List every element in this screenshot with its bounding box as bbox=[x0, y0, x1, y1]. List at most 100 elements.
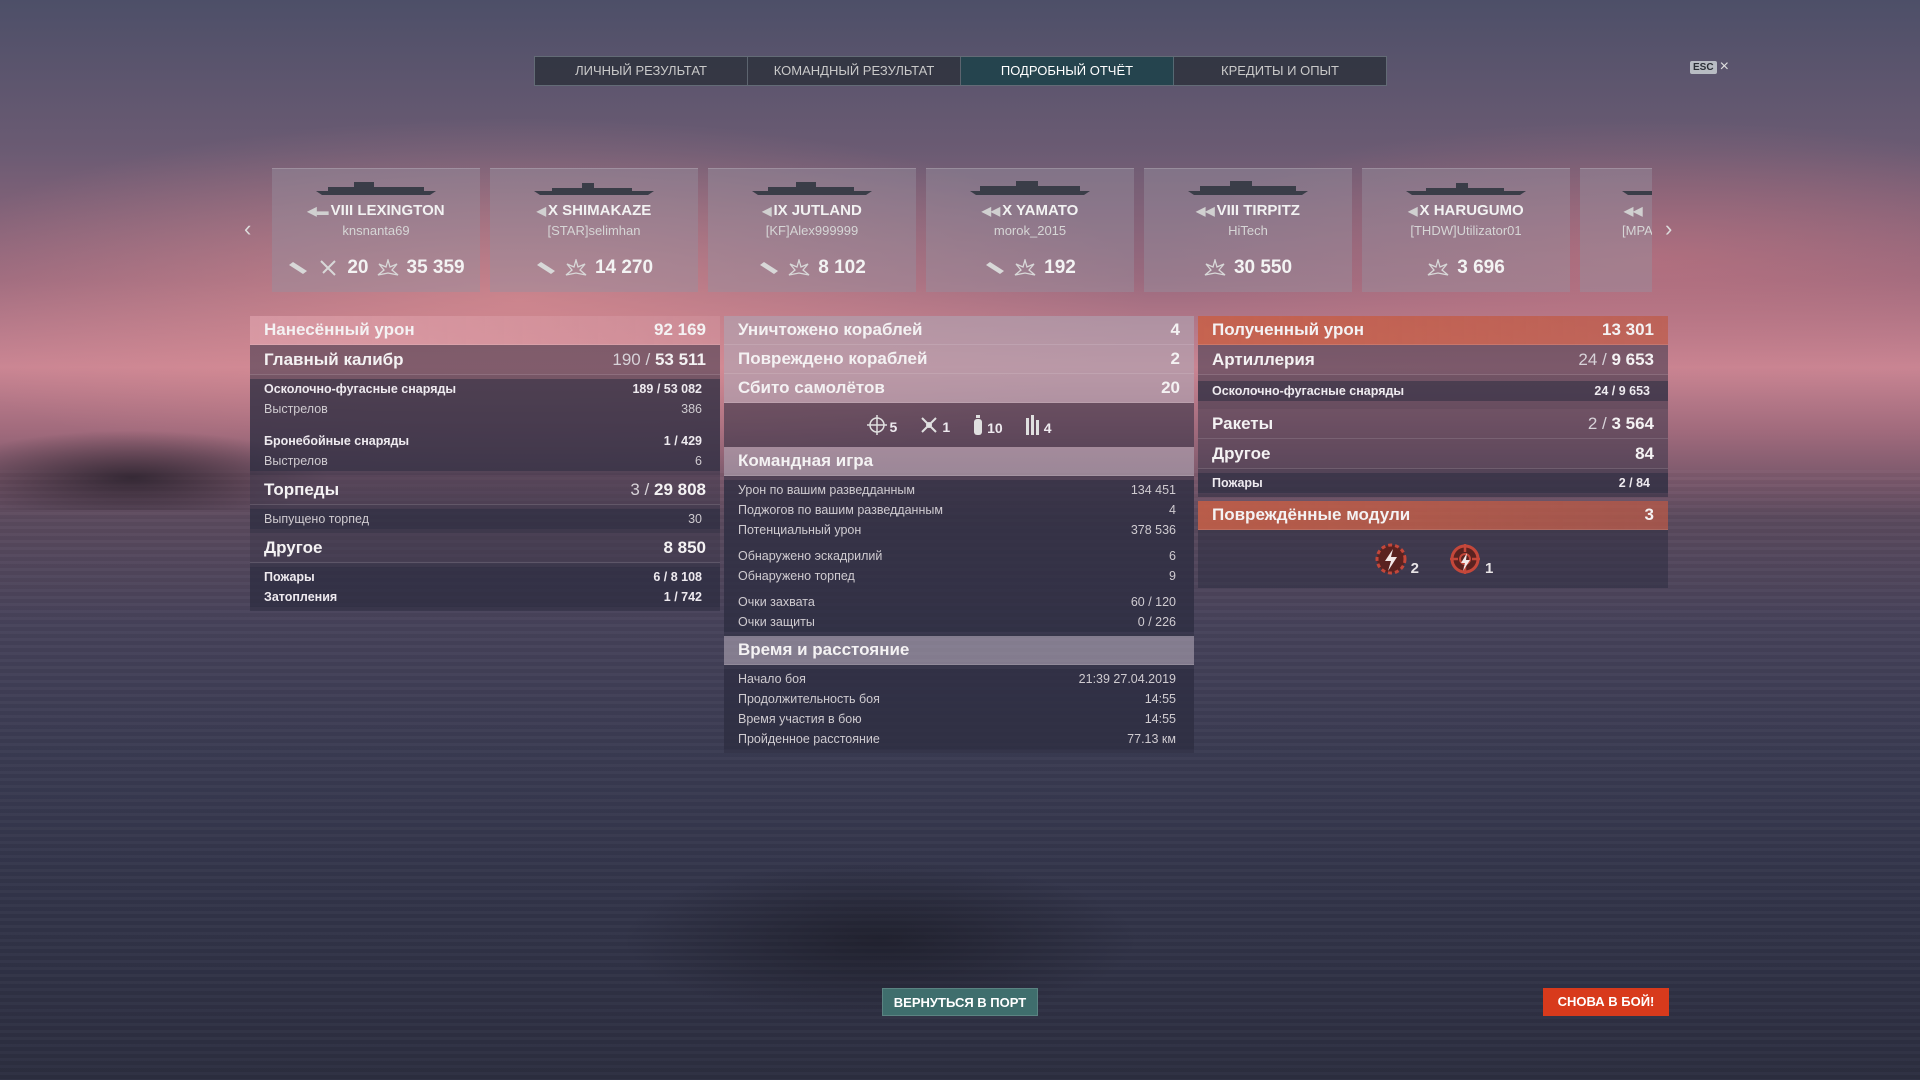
planes-shot-row: Сбито самолётов 20 bbox=[724, 374, 1194, 403]
torpedoes-spotted-value: 9 bbox=[1169, 569, 1176, 583]
battleship-class-icon: ◀◀ bbox=[1624, 204, 1643, 218]
damage-value: 192 bbox=[1044, 257, 1076, 278]
module-item: 1 bbox=[1447, 541, 1493, 577]
potential-damage-label: Потенциальный урон bbox=[738, 523, 862, 537]
time-in-battle-row: Время участия в бою 14:55 bbox=[724, 709, 1194, 729]
player-name: morok_2015 bbox=[993, 223, 1067, 238]
damage-dealt-title: Нанесённый урон bbox=[264, 320, 415, 339]
player-name: knsnanta69 bbox=[342, 223, 410, 238]
potential-damage-row: Потенциальный урон 378 536 bbox=[724, 520, 1194, 540]
battle-start-label: Начало боя bbox=[738, 672, 806, 686]
team-play-details: Урон по вашим разведданным 134 451 Поджог… bbox=[724, 476, 1194, 636]
torpedoes-spotted-row: Обнаружено торпед 9 bbox=[724, 566, 1194, 586]
damage-value: 3 696 bbox=[1457, 257, 1505, 278]
received-he-row: Осколочно-фугасные снаряды 24 / 9 653 bbox=[1198, 381, 1668, 401]
damage-dealt-panel: Нанесённый урон 92 169 Главный калибр 19… bbox=[250, 316, 720, 611]
rockets-label: Ракеты bbox=[1212, 413, 1274, 433]
ship-name: ◀ IX JUTLAND bbox=[762, 202, 862, 219]
torpedoes-launched-label: Выпущено торпед bbox=[264, 512, 369, 526]
damaged-modules-label: Повреждённые модули bbox=[1212, 505, 1411, 524]
damage-dealt-value: 92 169 bbox=[654, 320, 706, 339]
received-fires-row: Пожары 2 / 84 bbox=[1198, 473, 1668, 493]
he-shells-label: Осколочно-фугасные снаряды bbox=[264, 382, 457, 396]
planes-shot-label: Сбито самолётов bbox=[738, 378, 885, 397]
ship-card[interactable]: ◀◀ [MPA bbox=[1580, 168, 1652, 292]
damage-icon bbox=[1014, 257, 1036, 277]
damage-icon bbox=[788, 257, 810, 277]
module-item: 2 bbox=[1373, 541, 1419, 577]
damage-received-header: Полученный урон 13 301 bbox=[1198, 316, 1668, 345]
fires-label: Пожары bbox=[264, 570, 315, 584]
ship-card[interactable]: ◀ X SHIMAKAZE [STAR]selimhan 14 270 bbox=[490, 168, 698, 292]
received-fires-value: 2 / 84 bbox=[1618, 476, 1650, 490]
ship-silhouette-icon bbox=[316, 182, 436, 195]
close-button[interactable]: ESC × bbox=[1690, 59, 1729, 75]
damage-value: 14 270 bbox=[594, 257, 654, 278]
battle-again-button[interactable]: СНОВА В БОЙ! bbox=[1543, 988, 1669, 1016]
ship-silhouette-icon bbox=[1188, 181, 1308, 195]
damage-received-title: Полученный урон bbox=[1212, 320, 1365, 339]
received-other-details: Пожары 2 / 84 bbox=[1198, 469, 1668, 497]
ship-card[interactable]: ◀◀ X YAMATO morok_2015 192 bbox=[926, 168, 1134, 292]
main-battery-label: Главный калибр bbox=[264, 349, 404, 369]
ship-card[interactable]: ◀ X HARUGUMO [THDW]Utilizator01 3 696 bbox=[1362, 168, 1570, 292]
fires-value: 6 / 8 108 bbox=[653, 570, 702, 584]
other-damage-details: Пожары 6 / 8 108 Затопления 1 / 742 bbox=[250, 563, 720, 611]
tab-detailed-report[interactable]: ПОДРОБНЫЙ ОТЧЁТ bbox=[961, 57, 1174, 85]
chevron-right-icon[interactable]: › bbox=[1665, 216, 1672, 242]
player-name: HiTech bbox=[1228, 223, 1268, 238]
floods-row: Затопления 1 / 742 bbox=[250, 587, 720, 607]
player-name: [THDW]Utilizator01 bbox=[1410, 223, 1522, 238]
received-other-row: Другое 84 bbox=[1198, 439, 1668, 469]
rockets-damage: 3 564 bbox=[1611, 413, 1654, 433]
ships-damaged-label: Повреждено кораблей bbox=[738, 349, 928, 368]
damage-received-panel: Полученный урон 13 301 Артиллерия 24 / 9… bbox=[1198, 316, 1668, 588]
ship-name: ◀▬ VIII LEXINGTON bbox=[307, 202, 445, 219]
tab-team-result[interactable]: КОМАНДНЫЙ РЕЗУЛЬТАТ bbox=[748, 57, 961, 85]
ship-silhouette-icon bbox=[1622, 191, 1652, 195]
ap-shots-label: Выстрелов bbox=[264, 454, 328, 468]
planes-breakdown: 5 1 10 4 bbox=[724, 403, 1194, 447]
ship-card[interactable]: ◀◀ VIII TIRPITZ HiTech 30 550 bbox=[1144, 168, 1352, 292]
team-play-header: Командная игра bbox=[724, 447, 1194, 476]
ship-cards-carousel: ◀▬ VIII LEXINGTON knsnanta69 20 35 359 ◀ X… bbox=[272, 168, 1652, 292]
ship-stats: 20 35 359 bbox=[272, 257, 480, 279]
spotting-fires-label: Поджогов по вашим разведданным bbox=[738, 503, 943, 517]
return-to-port-button[interactable]: ВЕРНУТЬСЯ В ПОРТ bbox=[882, 988, 1038, 1016]
ship-silhouette-icon bbox=[752, 182, 872, 195]
artillery-label: Артиллерия bbox=[1212, 349, 1315, 369]
defense-points-row: Очки защиты 0 / 226 bbox=[724, 612, 1194, 632]
ship-name: ◀◀ bbox=[1580, 202, 1652, 219]
ap-shells-label: Бронебойные снаряды bbox=[264, 434, 410, 448]
tab-personal-result[interactable]: ЛИЧНЫЙ РЕЗУЛЬТАТ bbox=[535, 57, 748, 85]
damage-icon bbox=[1204, 257, 1226, 277]
ship-card[interactable]: ◀▬ VIII LEXINGTON knsnanta69 20 35 359 bbox=[272, 168, 480, 292]
he-shells-value: 189 / 53 082 bbox=[632, 382, 702, 396]
tab-credits-xp[interactable]: КРЕДИТЫ И ОПЫТ bbox=[1174, 57, 1386, 85]
damage-icon bbox=[565, 257, 587, 277]
distance-value: 77.13 км bbox=[1127, 732, 1176, 746]
player-name: [STAR]selimhan bbox=[547, 223, 641, 238]
torpedoes-spotted-label: Обнаружено торпед bbox=[738, 569, 855, 583]
he-shots-label: Выстрелов bbox=[264, 402, 328, 416]
ship-stats: 192 bbox=[926, 257, 1134, 279]
artillery-damage: 9 653 bbox=[1611, 349, 1654, 369]
he-shots-value: 386 bbox=[681, 402, 702, 416]
sunk-ship-icon bbox=[984, 259, 1006, 277]
ship-name: ◀ X SHIMAKAZE bbox=[536, 202, 652, 219]
destroyer-class-icon: ◀ bbox=[536, 204, 546, 218]
battle-start-value: 21:39 27.04.2019 bbox=[1078, 672, 1176, 686]
chevron-left-icon[interactable]: ‹ bbox=[244, 216, 251, 242]
ship-card[interactable]: ◀ IX JUTLAND [KF]Alex999999 8 102 bbox=[708, 168, 916, 292]
sunk-ship-icon bbox=[287, 259, 309, 277]
he-shots-row: Выстрелов 386 bbox=[250, 399, 720, 419]
squadrons-spotted-value: 6 bbox=[1169, 549, 1176, 563]
main-battery-details: Осколочно-фугасные снаряды 189 / 53 082 В… bbox=[250, 375, 720, 475]
floods-value: 1 / 742 bbox=[663, 590, 702, 604]
ships-destroyed-value: 4 bbox=[1170, 320, 1180, 339]
distance-row: Пройденное расстояние 77.13 км bbox=[724, 729, 1194, 749]
capture-points-value: 60 / 120 bbox=[1130, 595, 1176, 609]
spotting-fires-value: 4 bbox=[1169, 503, 1176, 517]
battle-duration-row: Продолжительность боя 14:55 bbox=[724, 689, 1194, 709]
squadrons-spotted-label: Обнаружено эскадрилий bbox=[738, 549, 883, 563]
